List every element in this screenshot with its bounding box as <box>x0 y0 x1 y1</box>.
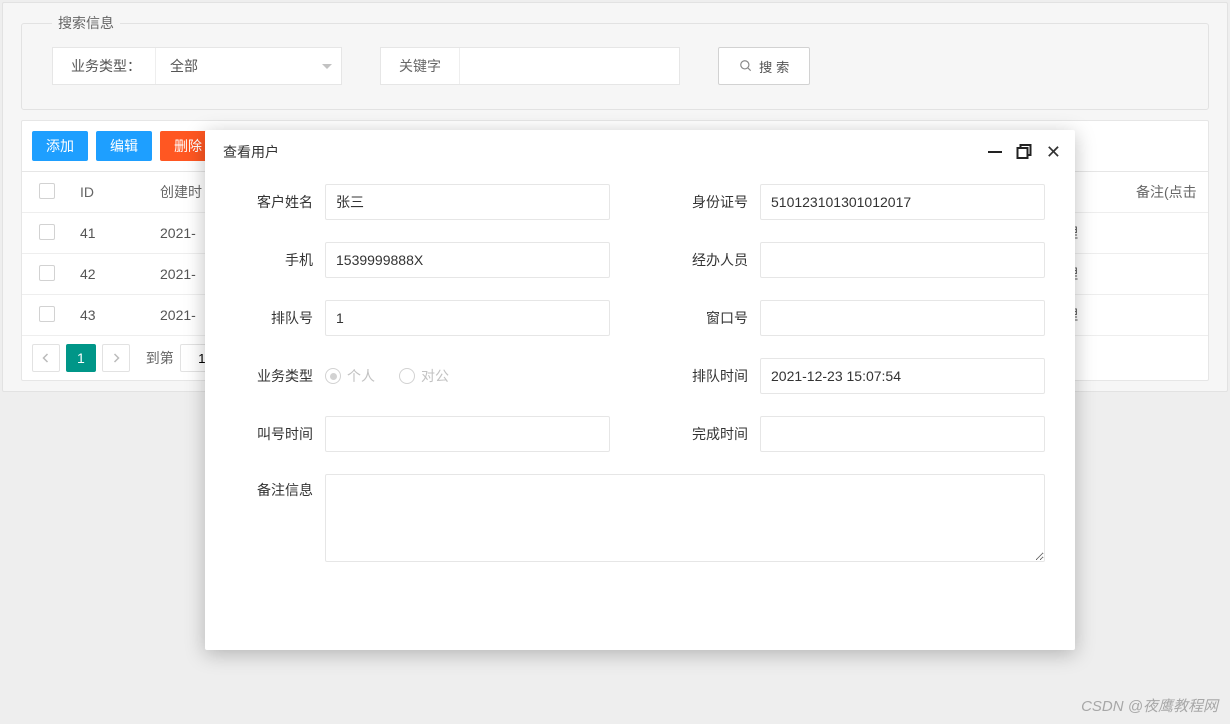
finish-time-label: 完成时间 <box>670 424 748 444</box>
header-checkbox-cell <box>22 172 72 213</box>
remark-label: 备注信息 <box>235 474 313 500</box>
biz-type-label: 业务类型： <box>53 56 155 76</box>
header-note: 备注(点击 <box>1128 172 1208 213</box>
biz-type-form-label: 业务类型 <box>235 366 313 386</box>
field-handler: 经办人员 <box>670 242 1045 278</box>
chevron-down-icon <box>313 48 341 84</box>
idcard-label: 身份证号 <box>670 192 748 212</box>
maximize-button[interactable] <box>1016 144 1032 160</box>
cell-id: 42 <box>72 254 152 295</box>
field-queue-no: 排队号 <box>235 300 610 336</box>
phone-input[interactable] <box>325 242 610 278</box>
call-time-label: 叫号时间 <box>235 424 313 444</box>
radio-icon <box>325 368 341 384</box>
close-button[interactable]: ✕ <box>1046 143 1061 161</box>
search-button-label: 搜 索 <box>759 57 789 76</box>
biz-type-select[interactable]: 业务类型： 全部 <box>52 47 342 85</box>
modal-header[interactable]: 查看用户 ✕ <box>205 130 1075 174</box>
radio-personal[interactable]: 个人 <box>325 366 375 386</box>
modal-controls: ✕ <box>988 143 1061 161</box>
keyword-group: 关键字 <box>380 47 680 85</box>
prev-page-button[interactable] <box>32 344 60 372</box>
modal-body: 客户姓名 身份证号 手机 经办人员 排队号 窗口号 <box>205 174 1075 650</box>
field-call-time: 叫号时间 <box>235 416 610 452</box>
search-fieldset: 搜索信息 业务类型： 全部 关键字 搜 索 <box>21 13 1209 110</box>
modal-title: 查看用户 <box>223 142 279 162</box>
maximize-icon <box>1016 144 1032 160</box>
queue-no-input[interactable] <box>325 300 610 336</box>
queue-no-label: 排队号 <box>235 308 313 328</box>
page-1-button[interactable]: 1 <box>66 344 96 372</box>
radio-icon <box>399 368 415 384</box>
phone-label: 手机 <box>235 250 313 270</box>
biz-type-radio-group: 个人 对公 <box>325 366 449 386</box>
search-legend: 搜索信息 <box>52 13 120 33</box>
chevron-right-icon <box>111 353 121 363</box>
field-biz-type: 业务类型 个人 对公 <box>235 358 610 394</box>
customer-name-input[interactable] <box>325 184 610 220</box>
customer-name-label: 客户姓名 <box>235 192 313 212</box>
add-button[interactable]: 添加 <box>32 131 88 161</box>
field-remark: 备注信息 <box>235 474 1045 562</box>
search-button[interactable]: 搜 索 <box>718 47 810 85</box>
chevron-left-icon <box>41 353 51 363</box>
radio-corporate-label: 对公 <box>421 366 449 386</box>
remark-textarea[interactable] <box>325 474 1045 562</box>
cell-id: 43 <box>72 295 152 336</box>
minimize-button[interactable] <box>988 151 1002 153</box>
goto-label: 到第 <box>146 348 174 368</box>
field-finish-time: 完成时间 <box>670 416 1045 452</box>
handler-label: 经办人员 <box>670 250 748 270</box>
radio-corporate[interactable]: 对公 <box>399 366 449 386</box>
radio-personal-label: 个人 <box>347 366 375 386</box>
keyword-label: 关键字 <box>381 48 460 84</box>
next-page-button[interactable] <box>102 344 130 372</box>
keyword-input[interactable] <box>460 48 679 84</box>
queue-time-input[interactable] <box>760 358 1045 394</box>
row-checkbox[interactable] <box>39 224 55 240</box>
handler-input[interactable] <box>760 242 1045 278</box>
window-no-label: 窗口号 <box>670 308 748 328</box>
checkbox-all[interactable] <box>39 183 55 199</box>
row-checkbox[interactable] <box>39 265 55 281</box>
edit-button[interactable]: 编辑 <box>96 131 152 161</box>
header-id: ID <box>72 172 152 213</box>
idcard-input[interactable] <box>760 184 1045 220</box>
close-icon: ✕ <box>1046 143 1061 161</box>
finish-time-input[interactable] <box>760 416 1045 452</box>
watermark: CSDN @夜鹰教程网 <box>1081 695 1218 716</box>
biz-type-value: 全部 <box>155 48 313 84</box>
minimize-icon <box>988 151 1002 153</box>
search-icon <box>739 59 753 73</box>
field-queue-time: 排队时间 <box>670 358 1045 394</box>
field-customer-name: 客户姓名 <box>235 184 610 220</box>
row-checkbox[interactable] <box>39 306 55 322</box>
call-time-input[interactable] <box>325 416 610 452</box>
field-idcard: 身份证号 <box>670 184 1045 220</box>
field-window-no: 窗口号 <box>670 300 1045 336</box>
window-no-input[interactable] <box>760 300 1045 336</box>
queue-time-label: 排队时间 <box>670 366 748 386</box>
view-user-modal: 查看用户 ✕ 客户姓名 身份证号 手机 <box>205 130 1075 650</box>
cell-id: 41 <box>72 213 152 254</box>
field-phone: 手机 <box>235 242 610 278</box>
search-row: 业务类型： 全部 关键字 搜 索 <box>52 47 1178 85</box>
